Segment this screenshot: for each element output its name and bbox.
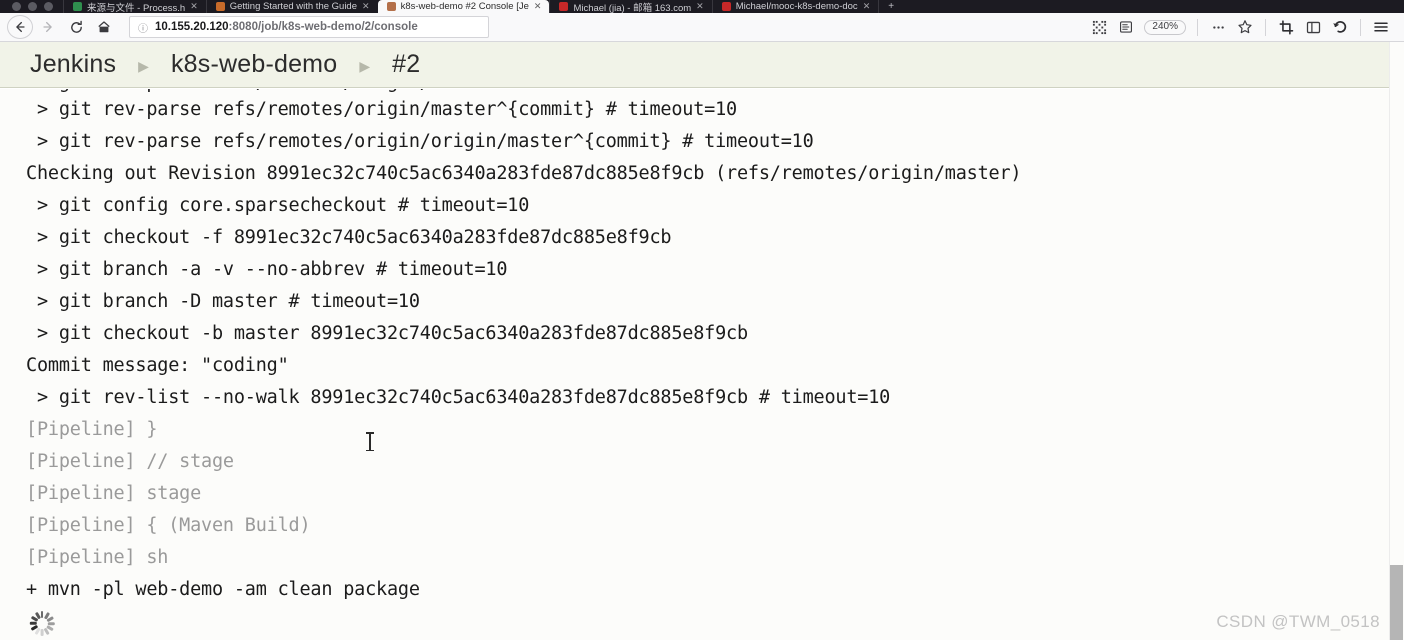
qr-code-icon	[1092, 20, 1106, 34]
console-line: [Pipeline] { (Maven Build)	[26, 515, 311, 536]
tab-title: Michael (jia) - 邮箱 163.com	[573, 2, 692, 14]
sidebar-icon	[1306, 21, 1320, 33]
home-button[interactable]	[91, 15, 117, 39]
tab-favicon-icon	[386, 2, 396, 11]
tab-title: Getting Started with the Guide	[229, 1, 358, 12]
spinner-blade	[40, 628, 44, 636]
tab-strip: 来源与文件 - Process.h ✕ Getting Started with…	[0, 0, 1404, 13]
toolbar-divider	[1360, 18, 1361, 36]
home-icon	[98, 21, 110, 33]
browser-tab-2[interactable]: Getting Started with the Guide ✕	[205, 0, 378, 13]
window-minimize-dot[interactable]	[28, 2, 37, 11]
console-line-clipped: > git rev-parse refs/remotes/origin/mast…	[26, 89, 1404, 94]
reload-icon	[70, 20, 82, 33]
screenshot-button[interactable]	[1274, 15, 1298, 39]
reader-view-icon	[1120, 21, 1133, 33]
site-info-icon[interactable]: ⓘ	[138, 20, 148, 35]
vertical-scrollbar[interactable]	[1389, 42, 1404, 640]
window-maximize-dot[interactable]	[44, 2, 53, 11]
breadcrumb-separator-icon: ▶	[138, 57, 149, 74]
star-icon	[1238, 20, 1252, 34]
new-tab-button[interactable]: +	[878, 0, 903, 13]
breadcrumb-item-jenkins[interactable]: Jenkins	[30, 50, 116, 79]
tab-favicon-icon	[215, 2, 225, 11]
tab-favicon-icon	[721, 2, 731, 11]
console-line: > git checkout -f 8991ec32c740c5ac6340a2…	[26, 227, 672, 248]
url-path: :8080/job/k8s-web-demo/2/console	[228, 21, 418, 33]
console-line: Checking out Revision 8991ec32c740c5ac63…	[26, 163, 1022, 184]
console-line: Commit message: "coding"	[26, 355, 289, 376]
breadcrumb-item-build[interactable]: #2	[392, 50, 420, 79]
address-bar[interactable]: ⓘ 10.155.20.120:8080/job/k8s-web-demo/2/…	[129, 16, 489, 38]
console-line: > git rev-parse refs/remotes/origin/mast…	[26, 99, 737, 120]
console-line: + mvn -pl web-demo -am clean package	[26, 579, 420, 600]
breadcrumb-item-job[interactable]: k8s-web-demo	[171, 50, 337, 79]
window-controls[interactable]	[0, 2, 63, 13]
tab-close-icon[interactable]: ✕	[190, 1, 198, 12]
console-line: > git rev-list --no-walk 8991ec32c740c5a…	[26, 387, 891, 408]
overflow-menu-button[interactable]	[1206, 15, 1230, 39]
spinner-blade	[47, 621, 55, 625]
tab-close-icon[interactable]: ✕	[362, 1, 370, 12]
browser-window: 来源与文件 - Process.h ✕ Getting Started with…	[0, 0, 1404, 640]
tab-title: k8s-web-demo #2 Console [Je	[400, 1, 529, 12]
bookmark-button[interactable]	[1233, 15, 1257, 39]
console-line: [Pipeline] }	[26, 419, 158, 440]
console-line: [Pipeline] stage	[26, 483, 202, 504]
console-clipped-line-row: > git rev-parse refs/remotes/origin/mast…	[26, 89, 1404, 94]
browser-tab-1[interactable]: 来源与文件 - Process.h ✕	[63, 0, 206, 13]
undo-arrow-icon	[1333, 21, 1347, 33]
sidebar-toggle-button[interactable]	[1301, 15, 1325, 39]
toolbar-divider	[1197, 18, 1198, 36]
tab-title: Michael/mooc-k8s-demo-doc	[735, 1, 858, 12]
zoom-level-badge[interactable]: 240%	[1144, 19, 1186, 35]
forward-arrow-icon	[43, 21, 52, 33]
breadcrumb: Jenkins ▶ k8s-web-demo ▶ #2	[0, 42, 1404, 88]
watermark: CSDN @TWM_0518	[1216, 612, 1380, 631]
tab-close-icon[interactable]: ✕	[534, 1, 542, 12]
navigation-toolbar: ⓘ 10.155.20.120:8080/job/k8s-web-demo/2/…	[0, 13, 1404, 42]
console-line: > git rev-parse refs/remotes/origin/orig…	[26, 131, 814, 152]
console-line: [Pipeline] sh	[26, 547, 169, 568]
console-line: > git branch -D master # timeout=10	[26, 291, 420, 312]
forward-button[interactable]	[35, 15, 61, 39]
build-progress-spinner-icon	[29, 610, 55, 636]
url-text: 10.155.20.120:8080/job/k8s-web-demo/2/co…	[155, 21, 418, 33]
app-menu-button[interactable]	[1369, 15, 1393, 39]
hamburger-menu-icon	[1374, 22, 1388, 32]
browser-tab-3-active[interactable]: k8s-web-demo #2 Console [Je ✕	[377, 0, 550, 13]
browser-tab-4[interactable]: Michael (jia) - 邮箱 163.com ✕	[549, 0, 711, 13]
spinner-blade	[29, 621, 37, 625]
console-output[interactable]: > git rev-parse refs/remotes/origin/mast…	[0, 89, 1404, 640]
window-close-dot[interactable]	[12, 2, 21, 11]
tab-favicon-icon	[73, 2, 82, 11]
crop-icon	[1279, 19, 1293, 34]
toolbar-divider	[1265, 18, 1266, 36]
console-line: [Pipeline] // stage	[26, 451, 234, 472]
undo-close-tab-button[interactable]	[1328, 15, 1352, 39]
url-host: 10.155.20.120	[155, 21, 229, 33]
ellipsis-icon	[1212, 25, 1224, 29]
qr-code-button[interactable]	[1087, 15, 1111, 39]
tab-title: 来源与文件 - Process.h	[87, 2, 186, 14]
reload-button[interactable]	[63, 15, 89, 39]
back-button[interactable]	[7, 15, 33, 39]
tab-favicon-icon	[559, 2, 569, 11]
back-arrow-icon	[16, 21, 25, 33]
spinner-blade	[40, 610, 44, 618]
page-content: Jenkins ▶ k8s-web-demo ▶ #2 > git rev-pa…	[0, 42, 1404, 640]
console-line: > git checkout -b master 8991ec32c740c5a…	[26, 323, 748, 344]
breadcrumb-separator-icon: ▶	[359, 57, 371, 74]
reader-view-button[interactable]	[1114, 15, 1138, 39]
browser-tab-5[interactable]: Michael/mooc-k8s-demo-doc ✕	[711, 0, 879, 13]
scrollbar-thumb[interactable]	[1390, 565, 1403, 640]
tab-close-icon[interactable]: ✕	[863, 1, 871, 12]
toolbar-actions: 240%	[1087, 15, 1397, 39]
console-line: > git config core.sparsecheckout # timeo…	[26, 195, 530, 216]
tab-close-icon[interactable]: ✕	[696, 1, 704, 12]
console-line: > git branch -a -v --no-abbrev # timeout…	[26, 259, 508, 280]
